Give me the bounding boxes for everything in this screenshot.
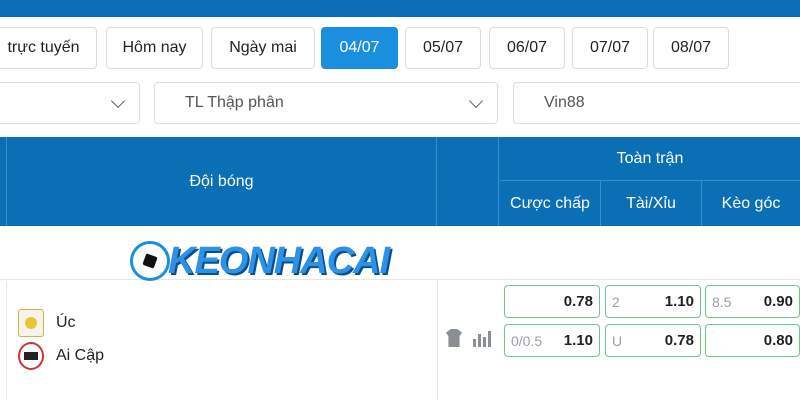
watermark-row: KEONHACAI <box>0 226 800 282</box>
over-odd[interactable]: 2 1.10 <box>605 285 701 318</box>
corners-under-value: 0.80 <box>763 332 793 349</box>
over-under-header: Tài/Xỉu <box>601 181 702 226</box>
corners-over-value: 0.90 <box>763 293 793 310</box>
under-odd[interactable]: U 0.78 <box>605 324 701 357</box>
icons-column-header <box>437 137 499 226</box>
tab-tomorrow[interactable]: Ngày mai <box>211 27 315 69</box>
chevron-down-icon <box>468 93 484 109</box>
over-line: 2 <box>612 293 620 310</box>
top-bar <box>0 0 800 17</box>
odds-format-value: TL Thập phân <box>185 94 284 111</box>
odds-table-header: Đội bóng Toàn trận Cược chấp Tài/Xỉu Kèo… <box>0 137 800 226</box>
handicap-away-line: 0/0.5 <box>511 332 543 349</box>
full-match-header: Toàn trận <box>500 137 800 181</box>
chevron-down-icon <box>110 93 126 109</box>
under-value: 0.78 <box>664 332 694 349</box>
lineup-shirt-icon[interactable] <box>446 329 462 347</box>
team-column-header: Đội bóng <box>6 137 437 226</box>
egypt-crest-icon <box>18 342 44 370</box>
tab-date-0707[interactable]: 07/07 <box>572 27 648 69</box>
handicap-home-odd[interactable]: 0.78 <box>504 285 600 318</box>
tab-date-0507[interactable]: 05/07 <box>405 27 481 69</box>
tab-date-0807[interactable]: 08/07 <box>653 27 729 69</box>
stats-icon[interactable] <box>473 329 491 347</box>
corners-header: Kèo góc <box>721 194 781 212</box>
away-team[interactable]: Ai Cập <box>18 341 104 371</box>
handicap-home-value: 0.78 <box>563 293 593 310</box>
under-line: U <box>612 332 623 349</box>
bookmaker-select[interactable]: Vin88 <box>513 82 800 124</box>
home-team[interactable]: Úc <box>18 308 76 338</box>
keonhacai-logo: KEONHACAI <box>130 239 390 282</box>
bookmaker-value: Vin88 <box>544 94 585 111</box>
over-value: 1.10 <box>664 293 694 310</box>
tab-date-0607[interactable]: 06/07 <box>489 27 565 69</box>
league-select[interactable] <box>0 82 140 124</box>
tab-date-0407[interactable]: 04/07 <box>321 27 398 69</box>
handicap-header: Cược chấp <box>500 181 601 226</box>
soccer-ball-icon <box>130 241 170 281</box>
australia-crest-icon <box>18 309 44 337</box>
tab-today[interactable]: Hôm nay <box>106 27 203 69</box>
corners-over-odd[interactable]: 8.5 0.90 <box>705 285 800 318</box>
away-team-name: Ai Cập <box>56 347 105 364</box>
logo-text: KEONHACAI <box>168 239 390 282</box>
corners-over-line: 8.5 <box>712 293 732 310</box>
handicap-away-odd[interactable]: 0/0.5 1.10 <box>504 324 600 357</box>
tab-live[interactable]: trực tuyến <box>0 27 97 69</box>
handicap-away-value: 1.10 <box>563 332 593 349</box>
match-row: Úc Ai Cập 0.78 0/0.5 1.10 2 1.10 U 0.78 … <box>0 281 800 400</box>
home-team-name: Úc <box>56 314 76 331</box>
odds-format-select[interactable]: TL Thập phân <box>154 82 498 124</box>
corners-under-odd[interactable]: 0.80 <box>705 324 800 357</box>
